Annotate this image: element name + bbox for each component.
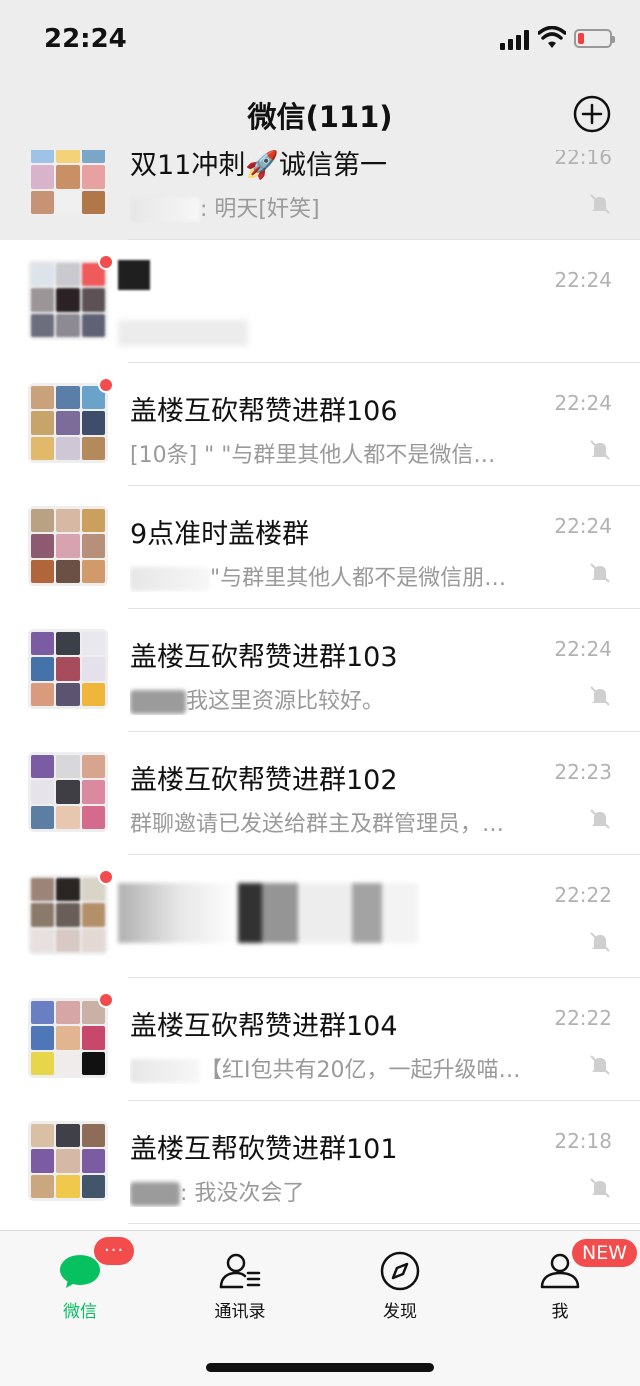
chat-time: 22:23 <box>554 760 612 784</box>
chat-list[interactable]: 双11冲刺🚀诚信第一 22:16 : 明天[奸笑] 22:24 盖楼互砍帮赞进群… <box>0 150 640 1230</box>
page-title: 微信(111) <box>247 100 393 134</box>
group-avatar <box>28 1121 108 1201</box>
tab-label: 通讯录 <box>214 1302 266 1322</box>
chat-time: 22:24 <box>554 391 612 415</box>
chat-time: 22:22 <box>554 883 612 907</box>
unread-dot <box>98 992 114 1008</box>
tab-label: 微信 <box>63 1302 97 1322</box>
mute-icon <box>590 1055 610 1075</box>
chat-preview: : 我没次会了 <box>130 1175 550 1207</box>
chat-preview: 我这里资源比较好。 <box>130 683 550 715</box>
chat-time: 22:16 <box>554 150 612 169</box>
group-avatar <box>28 998 108 1078</box>
chat-preview: : 明天[奸笑] <box>130 191 550 223</box>
mute-icon <box>590 932 610 952</box>
chat-time: 22:24 <box>554 637 612 661</box>
tab-chats[interactable]: ··· 微信 <box>0 1231 160 1341</box>
group-avatar <box>28 260 108 340</box>
group-avatar <box>28 506 108 586</box>
mute-icon <box>590 1178 610 1198</box>
chat-row[interactable]: 盖楼互帮砍赞进群101 22:18 : 我没次会了 <box>0 1101 640 1224</box>
chat-row[interactable]: 22:24 <box>0 240 640 363</box>
mute-icon <box>590 194 610 214</box>
chat-name: 盖楼互砍帮赞进群106 <box>130 396 398 427</box>
chat-time: 22:24 <box>554 268 612 292</box>
chat-preview: 【红I包共有20亿，一起升级喵… <box>130 1052 550 1084</box>
mute-icon <box>590 440 610 460</box>
chat-row[interactable]: 双11冲刺🚀诚信第一 22:16 : 明天[奸笑] <box>0 150 640 240</box>
add-button[interactable] <box>572 94 612 134</box>
chat-time: 22:24 <box>554 514 612 538</box>
mute-icon <box>590 809 610 829</box>
chat-name: 盖楼互砍帮赞进群103 <box>130 642 398 673</box>
blurred-preview <box>118 320 248 346</box>
chat-name: 双11冲刺🚀诚信第一 <box>130 150 387 181</box>
unread-dot <box>98 869 114 885</box>
chat-time: 22:18 <box>554 1129 612 1153</box>
tab-contacts[interactable]: 通讯录 <box>160 1231 320 1341</box>
unread-dot <box>98 377 114 393</box>
mute-icon <box>590 686 610 706</box>
group-avatar <box>28 150 108 217</box>
chat-name: 盖楼互帮砍赞进群101 <box>130 1134 398 1165</box>
contacts-icon <box>219 1253 261 1289</box>
battery-icon <box>574 29 615 48</box>
wifi-icon <box>538 26 566 48</box>
unread-dot <box>98 254 114 270</box>
tab-me[interactable]: NEW 我 <box>480 1231 640 1341</box>
status-time: 22:24 <box>44 24 127 54</box>
group-avatar <box>28 875 108 955</box>
compass-icon <box>380 1251 420 1291</box>
chat-preview: 群聊邀请已发送给群主及群管理员，… <box>130 812 505 837</box>
chat-time: 22:22 <box>554 1006 612 1030</box>
tab-badge-new: NEW <box>572 1239 638 1267</box>
chat-name: 盖楼互砍帮赞进群102 <box>130 765 398 796</box>
chat-preview: "与群里其他人都不是微信朋… <box>130 560 550 592</box>
blurred-content <box>118 883 418 943</box>
tab-label: 我 <box>551 1302 569 1322</box>
chat-row[interactable]: 盖楼互砍帮赞进群103 22:24 我这里资源比较好。 <box>0 609 640 732</box>
tab-bar: ··· 微信 通讯录 发现 NEW 我 <box>0 1230 640 1386</box>
chat-name: 盖楼互砍帮赞进群104 <box>130 1011 398 1042</box>
group-avatar <box>28 752 108 832</box>
chat-row[interactable]: 盖楼互砍帮赞进群106 22:24 [10条] " "与群里其他人都不是微信… <box>0 363 640 486</box>
mute-icon <box>590 563 610 583</box>
chat-row[interactable]: 盖楼互砍帮赞进群104 22:22 【红I包共有20亿，一起升级喵… <box>0 978 640 1101</box>
chat-name: 9点准时盖楼群 <box>130 519 310 550</box>
chat-row[interactable]: 9点准时盖楼群 22:24 "与群里其他人都不是微信朋… <box>0 486 640 609</box>
tab-discover[interactable]: 发现 <box>320 1231 480 1341</box>
status-bar: 22:24 <box>0 0 640 80</box>
chat-preview: [10条] " "与群里其他人都不是微信… <box>130 443 496 468</box>
nav-bar: 微信(111) <box>0 80 640 150</box>
blurred-name <box>118 260 150 290</box>
tab-label: 发现 <box>383 1302 417 1322</box>
chat-row[interactable]: 盖楼互砍帮赞进群102 22:23 群聊邀请已发送给群主及群管理员，… <box>0 732 640 855</box>
cellular-signal-icon <box>500 30 532 50</box>
home-indicator <box>206 1363 434 1372</box>
group-avatar <box>28 383 108 463</box>
group-avatar <box>28 629 108 709</box>
tab-badge: ··· <box>94 1237 135 1265</box>
chat-row[interactable]: 22:22 <box>0 855 640 978</box>
